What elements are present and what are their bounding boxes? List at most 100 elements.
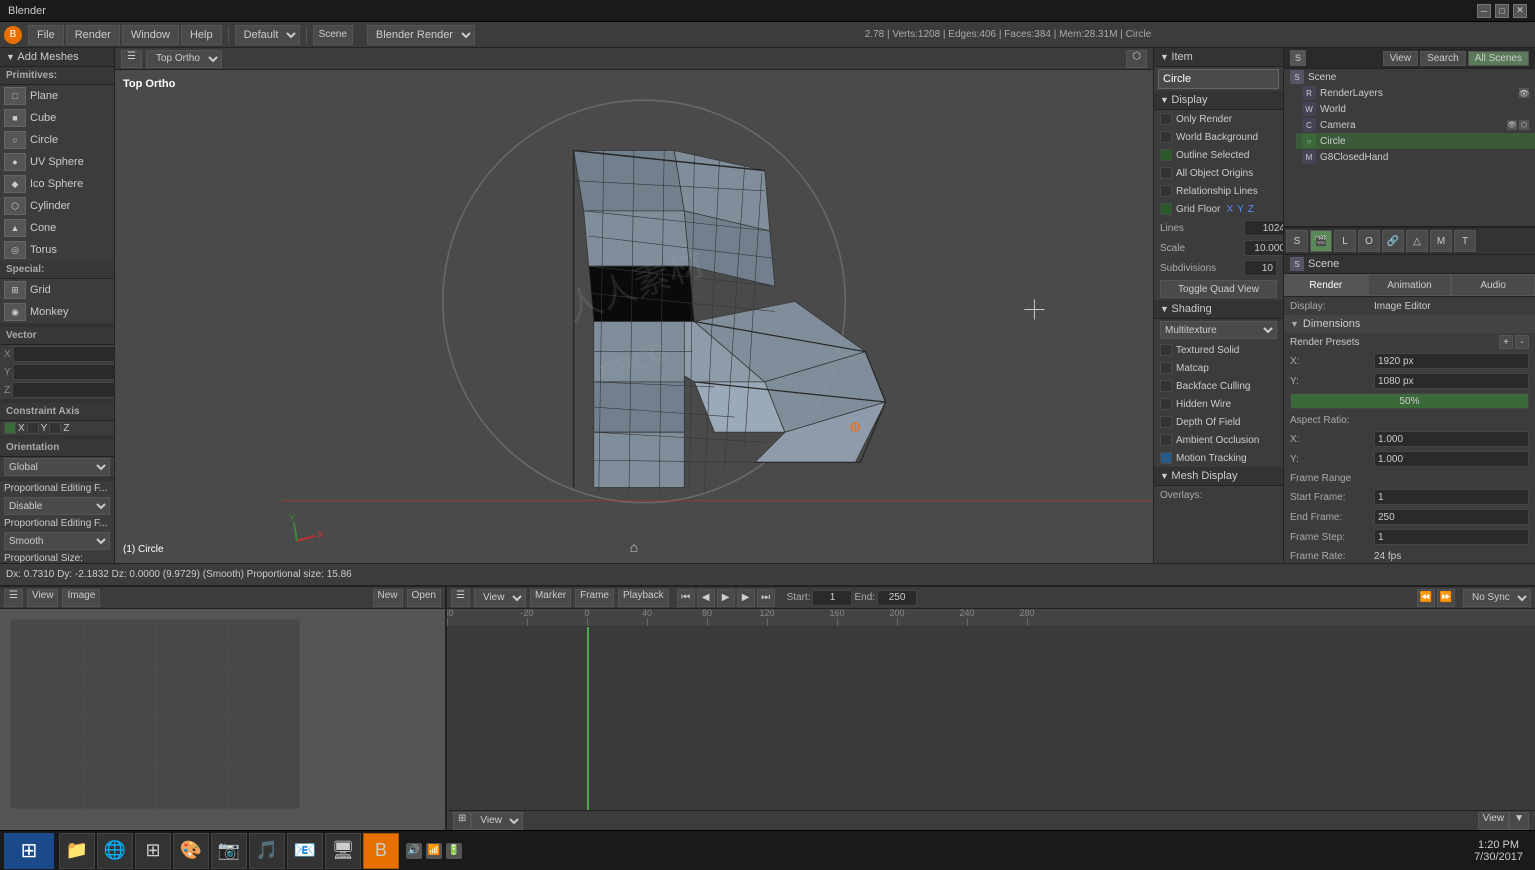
scale-input[interactable]: [1244, 240, 1283, 256]
taskbar-app3[interactable]: 📷: [211, 833, 247, 869]
taskbar-app2[interactable]: 🎨: [173, 833, 209, 869]
aspect-x-input[interactable]: [1374, 431, 1529, 447]
props-tab-object[interactable]: O: [1358, 230, 1380, 252]
tl-status-btn[interactable]: ⊞: [453, 812, 471, 830]
prev-frame-btn[interactable]: ◀: [697, 589, 715, 607]
vector-x-input[interactable]: [13, 346, 115, 362]
res-pct-input[interactable]: [1290, 393, 1529, 409]
subdivisions-input[interactable]: [1244, 260, 1277, 276]
render-tab-audio[interactable]: Audio: [1451, 274, 1535, 296]
mesh-circle[interactable]: ○ Circle: [0, 129, 114, 151]
taskbar-edge[interactable]: 🌐: [97, 833, 133, 869]
display-header[interactable]: Display: [1154, 91, 1283, 110]
viewport-3d[interactable]: ☰ Top Ortho ⬡ Top Ortho 人人素材 RRCG: [115, 48, 1153, 563]
outline-world[interactable]: W World: [1296, 101, 1535, 117]
mesh-grid[interactable]: ⊞ Grid: [0, 279, 114, 301]
props-tab-texture[interactable]: T: [1454, 230, 1476, 252]
uv-canvas[interactable]: [0, 609, 445, 830]
props-tab-data[interactable]: △: [1406, 230, 1428, 252]
only-render-check[interactable]: [1160, 113, 1172, 125]
depth-field-check[interactable]: [1160, 416, 1172, 428]
mesh-monkey[interactable]: ◉ Monkey: [0, 301, 114, 323]
axis-z-btn[interactable]: Z: [1248, 204, 1254, 215]
mesh-display-header[interactable]: Mesh Display: [1154, 467, 1283, 486]
menu-help[interactable]: Help: [181, 25, 222, 45]
toggle-quad-view-btn[interactable]: Toggle Quad View: [1160, 280, 1277, 298]
dimensions-header[interactable]: Dimensions: [1284, 315, 1535, 333]
no-sync-select[interactable]: No Sync: [1463, 589, 1531, 607]
new-btn[interactable]: New: [373, 589, 403, 607]
res-y-input[interactable]: [1374, 373, 1529, 389]
matcap-check[interactable]: [1160, 362, 1172, 374]
aspect-y-input[interactable]: [1374, 451, 1529, 467]
uv-menu-btn[interactable]: ☰: [4, 589, 23, 607]
tl-bottom-view3[interactable]: ▼: [1509, 812, 1529, 830]
hidden-wire-check[interactable]: [1160, 398, 1172, 410]
tl-fwd-btn[interactable]: ⏩: [1437, 589, 1455, 607]
add-preset-btn[interactable]: +: [1499, 335, 1513, 349]
jump-start-btn[interactable]: ⏮: [677, 589, 695, 607]
shading-type-select[interactable]: Multitexture: [1160, 321, 1277, 339]
end-frame-input[interactable]: [1374, 509, 1529, 525]
outline-sel-check[interactable]: [1160, 149, 1172, 161]
tl-playback-btn[interactable]: Playback: [618, 589, 669, 607]
outline-renderlayers[interactable]: R RenderLayers 👁: [1296, 85, 1535, 101]
tl-bottom-view2[interactable]: View: [1478, 812, 1510, 830]
grid-floor-check[interactable]: [1160, 203, 1172, 215]
orientation-select[interactable]: Global: [4, 458, 110, 476]
tl-view-select[interactable]: View: [474, 589, 526, 607]
item-header[interactable]: Item: [1154, 48, 1283, 67]
remove-preset-btn[interactable]: -: [1515, 335, 1529, 349]
start-button[interactable]: ⊞: [4, 833, 54, 869]
jump-end-btn[interactable]: ⏭: [757, 589, 775, 607]
res-x-input[interactable]: [1374, 353, 1529, 369]
image-btn[interactable]: Image: [62, 589, 100, 607]
vector-z-input[interactable]: [12, 382, 115, 398]
backface-check[interactable]: [1160, 380, 1172, 392]
mesh-torus[interactable]: ◎ Torus: [0, 239, 114, 261]
menu-render[interactable]: Render: [66, 25, 120, 45]
shading-header[interactable]: Shading: [1154, 300, 1283, 319]
outline-circle[interactable]: ○ Circle: [1296, 133, 1535, 149]
axis-x-check[interactable]: [4, 422, 16, 434]
frame-step-input[interactable]: [1374, 529, 1529, 545]
prop-falloff-select[interactable]: Smooth: [4, 532, 110, 550]
prop-editing-select[interactable]: Disable: [4, 497, 110, 515]
props-tab-constraints[interactable]: 🔗: [1382, 230, 1404, 252]
tab-all-scenes[interactable]: All Scenes: [1468, 51, 1529, 66]
menu-window[interactable]: Window: [122, 25, 179, 45]
mesh-cylinder[interactable]: ⬡ Cylinder: [0, 195, 114, 217]
outline-scene[interactable]: S Scene: [1284, 69, 1535, 85]
outline-camera[interactable]: C Camera 👁 ⬡: [1296, 117, 1535, 133]
mesh-plane[interactable]: □ Plane: [0, 85, 114, 107]
timeline-body[interactable]: [447, 627, 1535, 810]
viewport-shading-btn[interactable]: ⬡: [1126, 50, 1147, 68]
taskbar-blender[interactable]: B: [363, 833, 399, 869]
axis-x-btn[interactable]: X: [1226, 204, 1233, 215]
axis-y-btn[interactable]: Y: [1237, 204, 1244, 215]
lines-input[interactable]: [1244, 220, 1283, 236]
end-frame-tl[interactable]: [877, 590, 917, 606]
layout-select[interactable]: Default: [235, 25, 300, 45]
vector-y-input[interactable]: [13, 364, 115, 380]
props-tab-material[interactable]: M: [1430, 230, 1452, 252]
viewport-menu-btn[interactable]: ☰: [121, 50, 142, 68]
minimize-button[interactable]: ─: [1477, 4, 1491, 18]
play-btn[interactable]: ▶: [717, 589, 735, 607]
viewport-canvas[interactable]: Top Ortho 人人素材 RRCG: [115, 70, 1153, 563]
textured-solid-check[interactable]: [1160, 344, 1172, 356]
props-tab-render[interactable]: 🎬: [1310, 230, 1332, 252]
next-frame-btn[interactable]: ▶: [737, 589, 755, 607]
props-tab-layers[interactable]: L: [1334, 230, 1356, 252]
taskbar-app6[interactable]: 🖥: [325, 833, 361, 869]
props-tab-scene[interactable]: S: [1286, 230, 1308, 252]
mesh-uvsphere[interactable]: ● UV Sphere: [0, 151, 114, 173]
tab-view[interactable]: View: [1383, 51, 1419, 66]
tab-search[interactable]: Search: [1420, 51, 1466, 66]
start-frame-tl[interactable]: [812, 590, 852, 606]
render-engine-select[interactable]: Blender Render: [367, 25, 475, 45]
taskbar-explorer[interactable]: 📁: [59, 833, 95, 869]
menu-file[interactable]: File: [28, 25, 64, 45]
rel-lines-check[interactable]: [1160, 185, 1172, 197]
motion-track-check[interactable]: [1160, 452, 1172, 464]
